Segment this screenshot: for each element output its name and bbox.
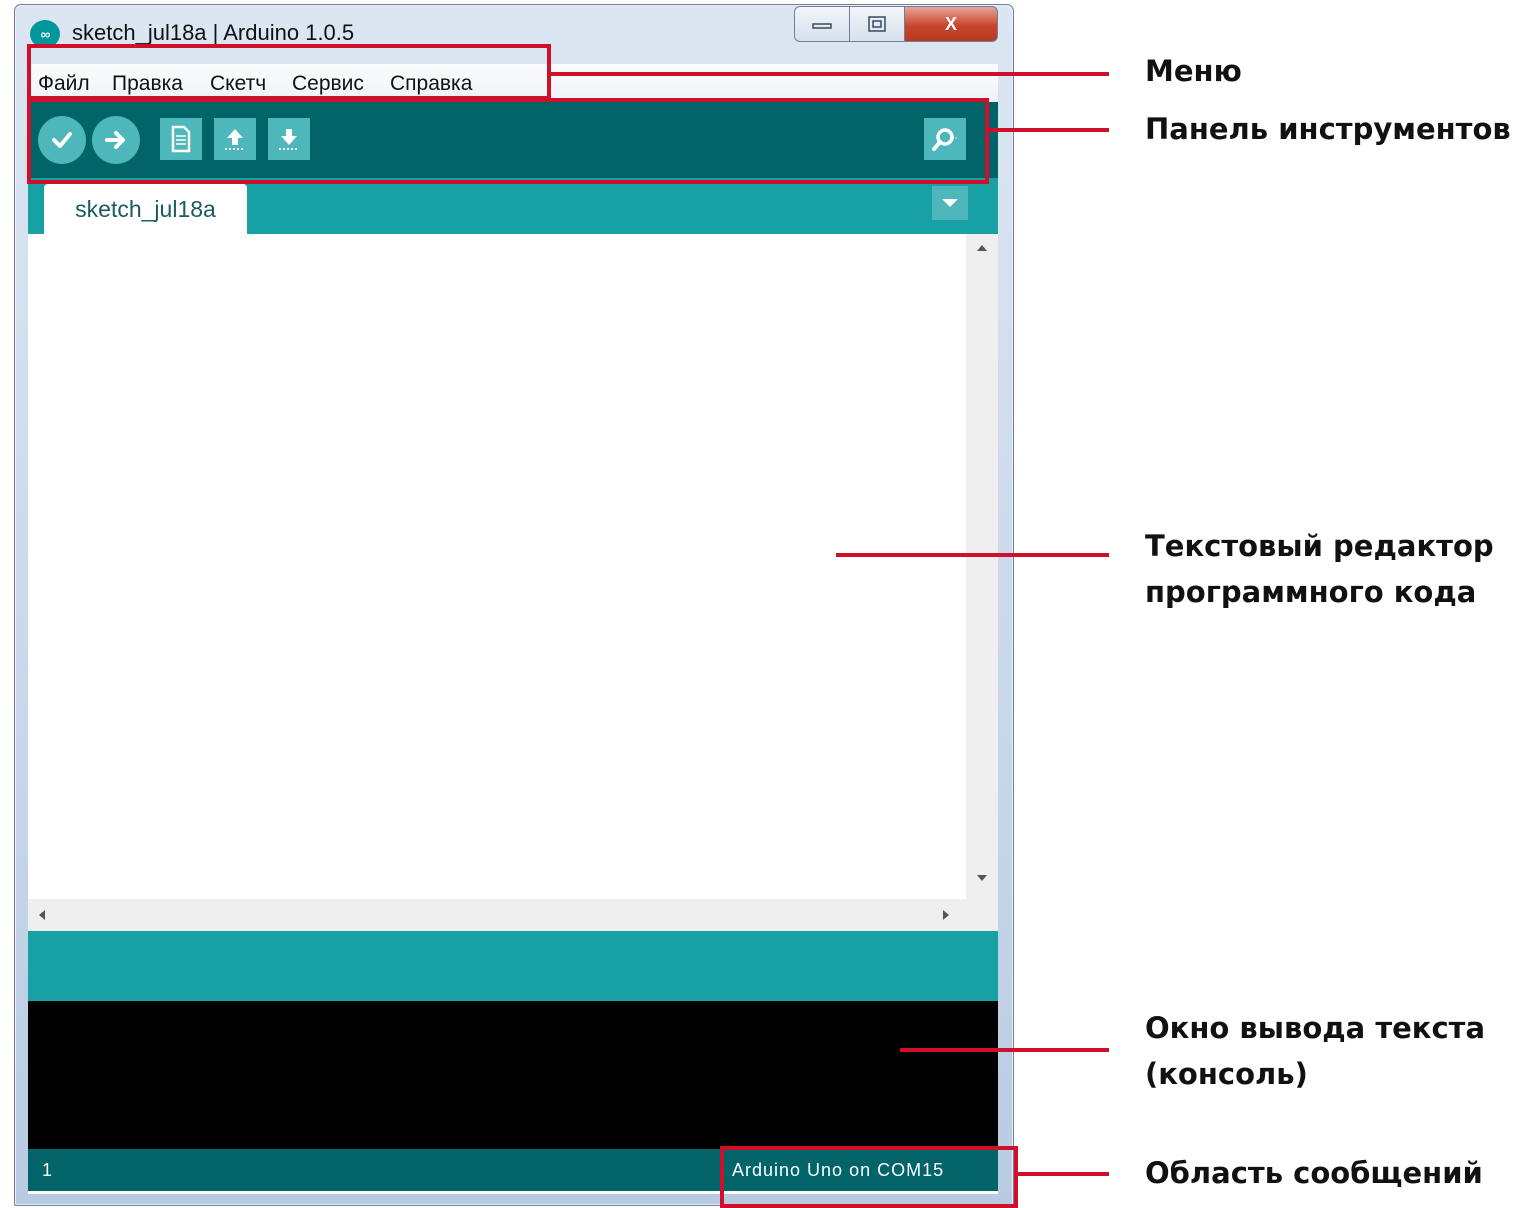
scroll-corner: [966, 899, 998, 931]
minimize-button[interactable]: [794, 6, 850, 42]
messages-annotation: Область сообщений: [1145, 1156, 1483, 1190]
console-annotation-line1: Окно вывода текста: [1145, 1011, 1486, 1045]
editor-annotation-line1: Текстовый редактор: [1145, 529, 1494, 563]
maximize-button[interactable]: [849, 6, 905, 42]
editor-annotation-line2: программного кода: [1145, 575, 1477, 609]
tab-sketch[interactable]: sketch_jul18a: [44, 184, 247, 234]
horizontal-scrollbar[interactable]: [28, 899, 966, 931]
maximize-icon: [868, 16, 886, 32]
tab-strip: sketch_jul18a: [28, 178, 998, 234]
minimize-icon: [812, 23, 832, 29]
menu-pointer-line: [551, 72, 1109, 76]
scroll-up-icon[interactable]: [976, 244, 988, 252]
close-icon: X: [944, 13, 957, 34]
code-editor[interactable]: [28, 234, 966, 899]
messages-pointer-line: [1018, 1172, 1109, 1176]
window-client-area: Файл Правка Скетч Сервис Справка sketch_…: [28, 64, 998, 1194]
tab-dropdown-icon: [942, 199, 958, 207]
messages-highlight-box: [720, 1146, 1018, 1208]
window-controls: X: [794, 6, 998, 42]
console-annotation-line2: (консоль): [1145, 1057, 1308, 1091]
toolbar-pointer-line: [989, 128, 1109, 132]
message-strip: [28, 931, 998, 1001]
line-number: 1: [42, 1160, 53, 1180]
tab-dropdown-button[interactable]: [932, 186, 968, 220]
scroll-down-icon[interactable]: [976, 874, 988, 882]
close-button[interactable]: X: [904, 6, 998, 42]
menu-highlight-box: [27, 44, 551, 100]
window-title: sketch_jul18a | Arduino 1.0.5: [72, 20, 355, 45]
console-output[interactable]: [28, 1001, 998, 1149]
tab-label: sketch_jul18a: [75, 195, 216, 222]
menu-annotation: Меню: [1145, 54, 1242, 88]
vertical-scrollbar[interactable]: [966, 234, 998, 899]
editor-pointer-line: [836, 553, 1109, 557]
toolbar-annotation: Панель инструментов: [1145, 112, 1511, 146]
scroll-left-icon[interactable]: [38, 909, 46, 921]
console-pointer-line: [900, 1048, 1109, 1052]
toolbar-highlight-box: [27, 98, 989, 184]
scroll-right-icon[interactable]: [942, 909, 950, 921]
